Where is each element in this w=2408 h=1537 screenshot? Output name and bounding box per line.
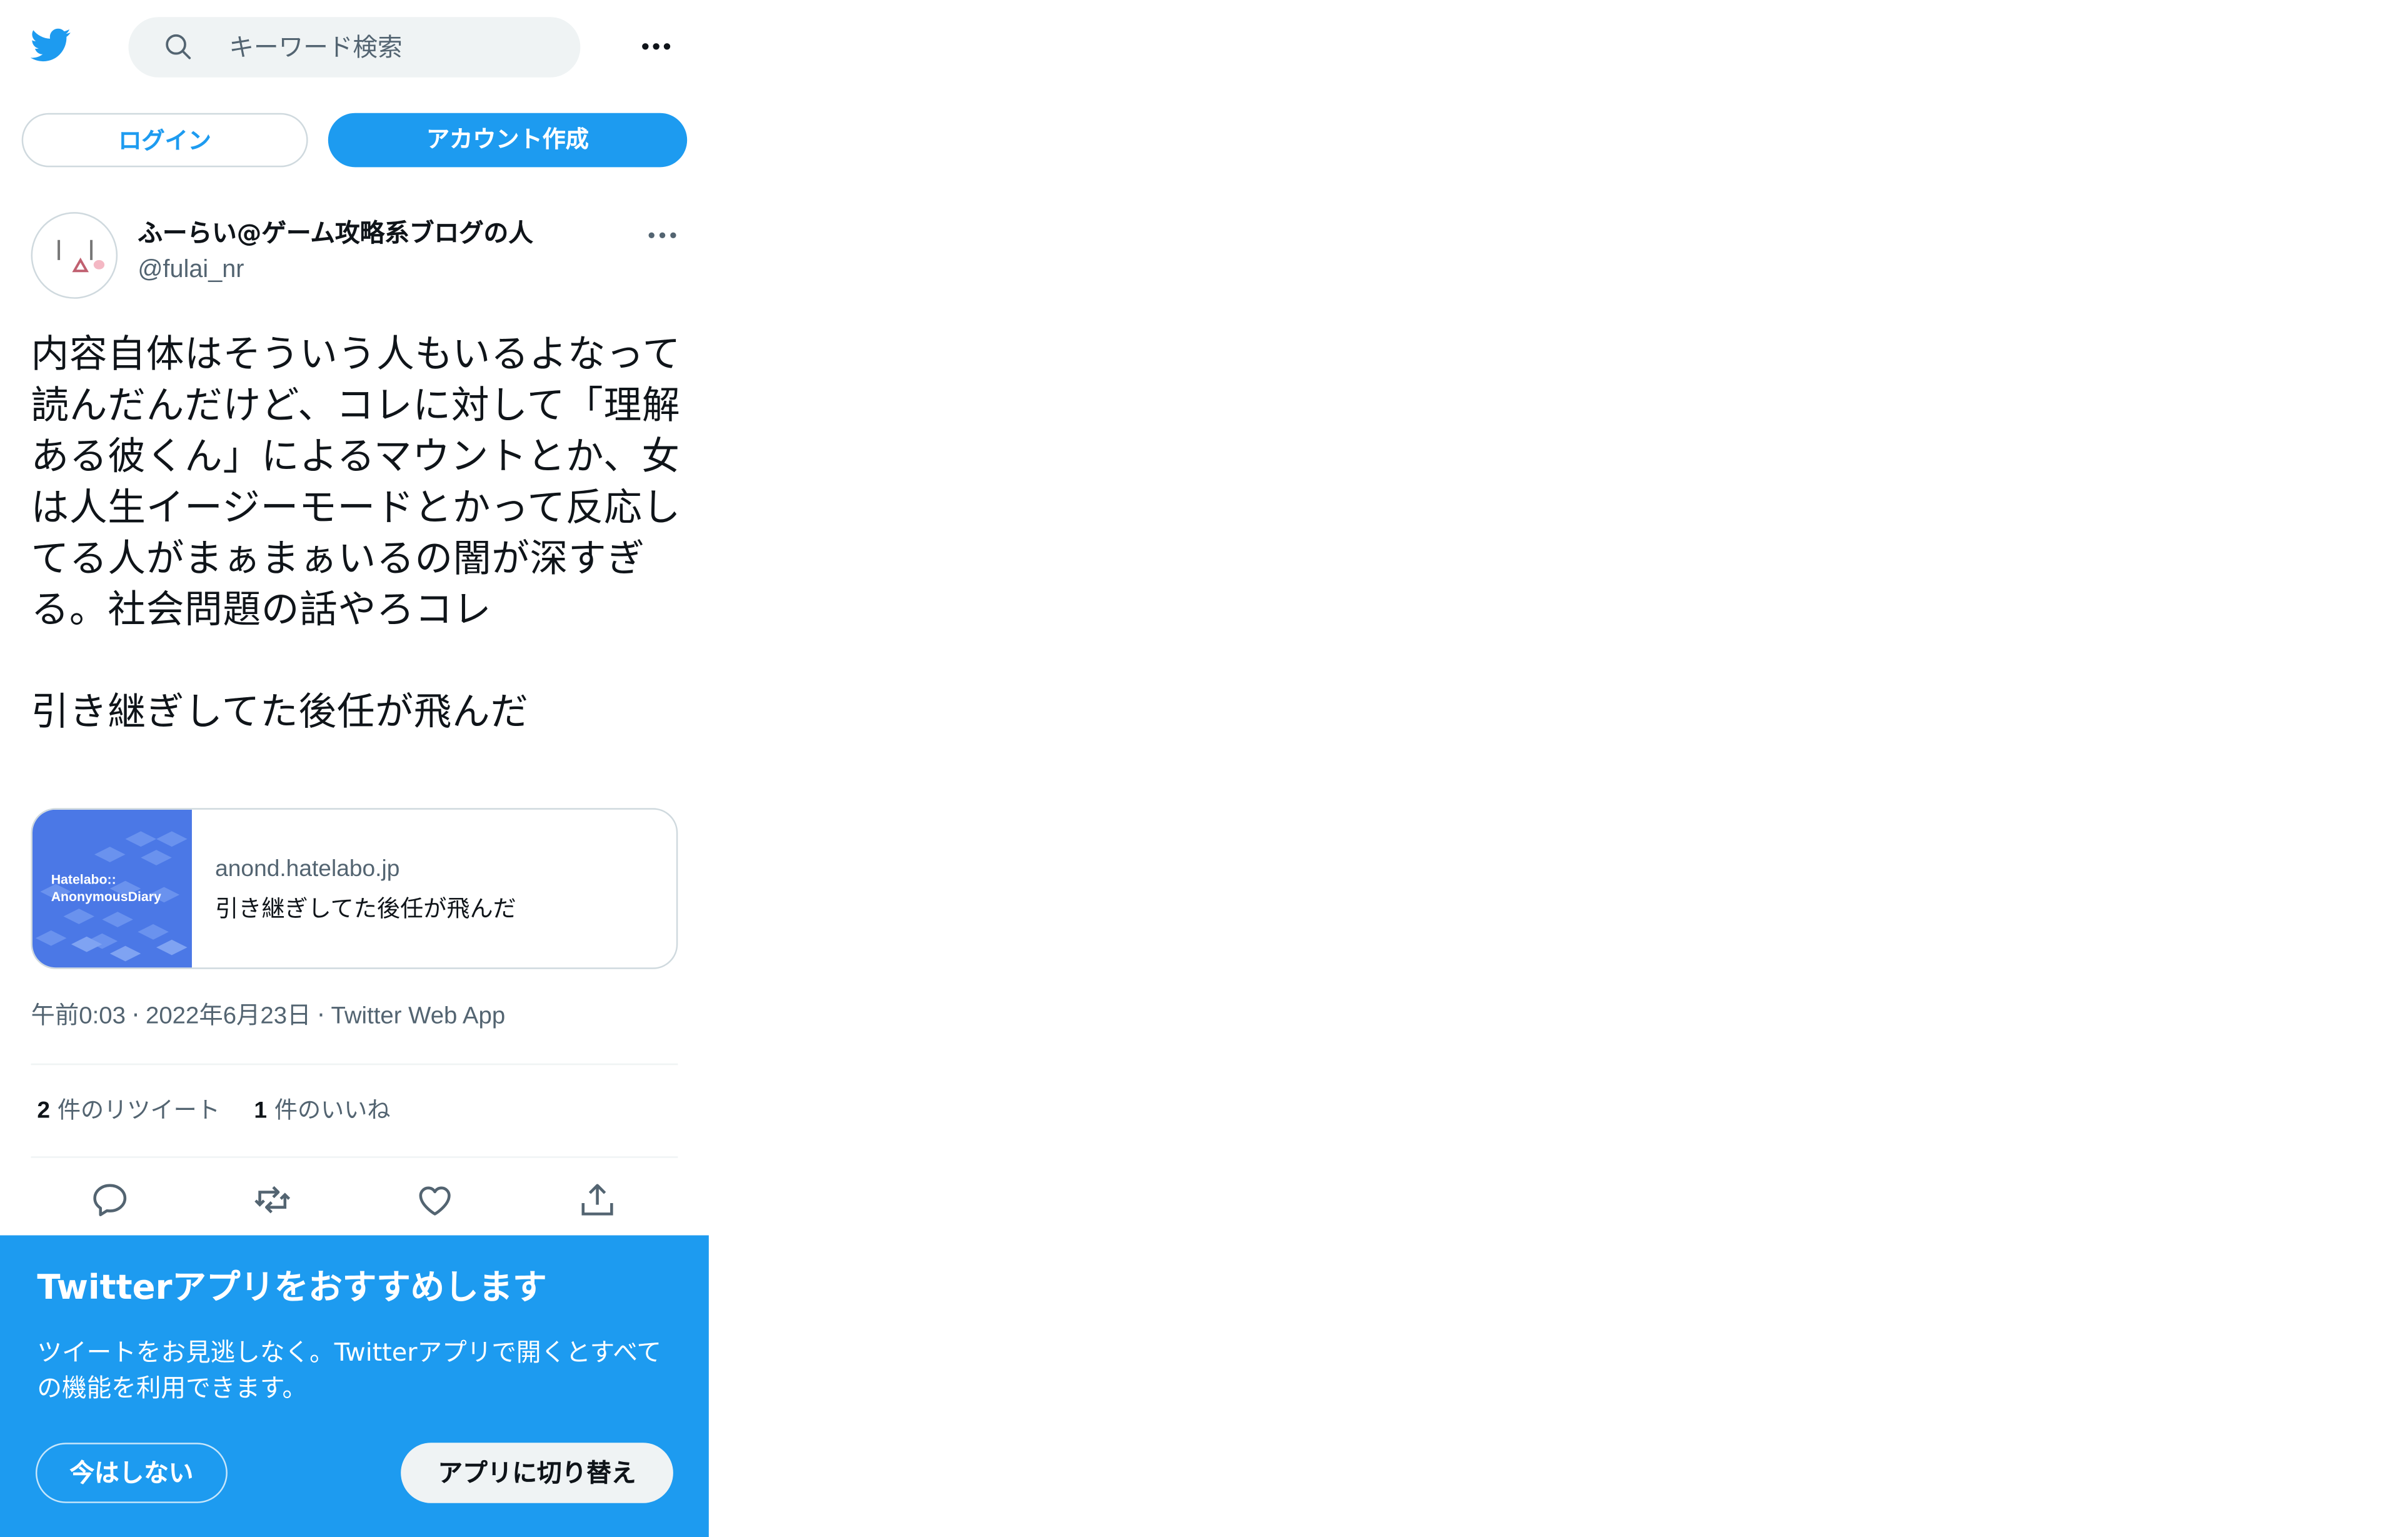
card-title: 引き継ぎしてた後任が飛んだ [215, 894, 516, 923]
retweet-label: 件のリツイート [57, 1096, 220, 1124]
like-count: 1 [254, 1097, 268, 1124]
like-label: 件のいいね [274, 1096, 391, 1124]
tweet-page: キーワード検索 ログイン アカウント作成 ふーらい@ゲーム攻略系ブログの人 @f… [0, 0, 709, 1537]
tweet-date[interactable]: 2022年6月23日 [146, 1003, 311, 1029]
twitter-bird-icon[interactable] [28, 25, 74, 65]
switch-to-app-button[interactable]: アプリに切り替え [401, 1443, 673, 1503]
retweet-stat[interactable]: 2 件のリツイート [37, 1096, 219, 1124]
search-input[interactable]: キーワード検索 [128, 17, 581, 78]
divider [31, 1063, 678, 1066]
avatar[interactable] [31, 212, 118, 299]
display-name[interactable]: ふーらい@ゲーム攻略系ブログの人 [138, 217, 533, 251]
share-icon[interactable] [577, 1179, 617, 1219]
card-thumbnail: Hatelabo:: AnonymousDiary [32, 809, 192, 968]
retweet-count: 2 [37, 1097, 51, 1124]
search-icon [166, 34, 191, 59]
card-brand-text: Hatelabo:: AnonymousDiary [51, 871, 161, 904]
signup-button[interactable]: アカウント作成 [328, 113, 688, 168]
reply-icon[interactable] [90, 1179, 130, 1219]
app-promo-banner: Twitterアプリをおすすめします ツイートをお見逃しなく。Twitterアプ… [0, 1235, 709, 1537]
login-button[interactable]: ログイン [21, 113, 308, 168]
like-icon[interactable] [414, 1179, 454, 1219]
like-stat[interactable]: 1 件のいいね [254, 1096, 390, 1124]
banner-body: ツイートをお見逃しなく。Twitterアプリで開くとすべての機能を利用できます。 [37, 1337, 662, 1403]
tweet-meta: 午前0:03 · 2022年6月23日 · Twitter Web App [31, 1001, 506, 1030]
not-now-button[interactable]: 今はしない [35, 1443, 228, 1503]
search-placeholder: キーワード検索 [229, 32, 403, 63]
tweet-text: 内容自体はそういう人もいるよなって読んだんだけど、コレに対して「理解ある彼くん」… [31, 331, 681, 734]
user-handle[interactable]: @fulai_nr [138, 254, 244, 288]
tweet-source[interactable]: Twitter Web App [331, 1003, 506, 1029]
tweet-stats: 2 件のリツイート 1 件のいいね [37, 1093, 390, 1129]
tweet-more-icon[interactable] [641, 217, 684, 254]
tweet-time[interactable]: 午前0:03 [31, 1003, 126, 1029]
avatar-face-icon [58, 239, 105, 273]
divider [31, 1156, 678, 1158]
card-domain: anond.hatelabo.jp [215, 856, 400, 883]
more-horizontal-icon[interactable] [635, 28, 678, 65]
retweet-icon[interactable] [253, 1179, 293, 1219]
link-card[interactable]: Hatelabo:: AnonymousDiary anond.hatelabo… [31, 808, 678, 969]
banner-title: Twitterアプリをおすすめします [37, 1269, 547, 1308]
